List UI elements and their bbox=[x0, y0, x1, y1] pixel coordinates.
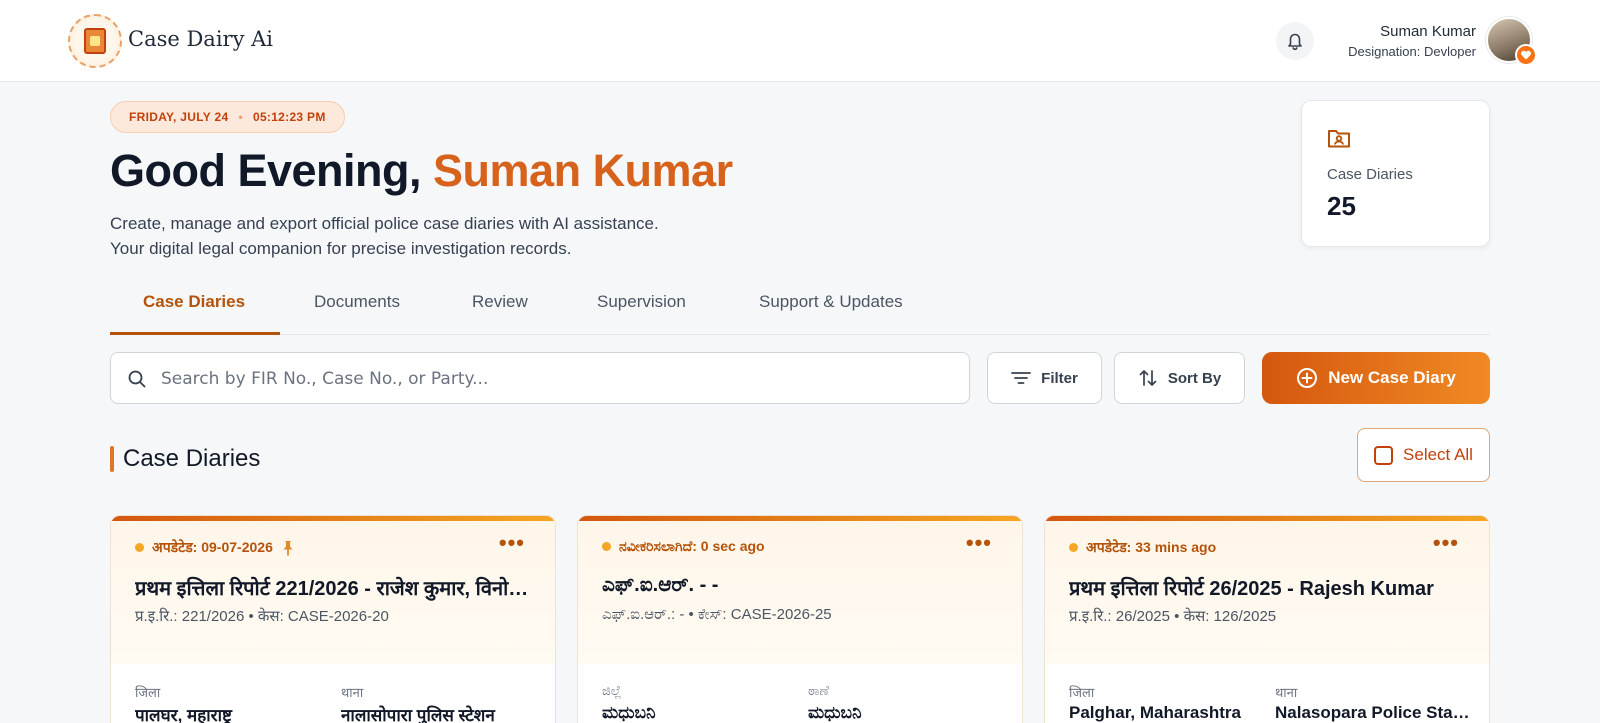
top-header: Case Dairy Ai Suman Kumar Designation: D… bbox=[0, 0, 1600, 82]
notification-button[interactable] bbox=[1276, 22, 1314, 60]
card-station-label: थाना bbox=[1275, 685, 1298, 700]
card-district-value: पालघर, महाराष्ट्र bbox=[135, 706, 232, 723]
current-date: FRIDAY, JULY 24 bbox=[129, 110, 229, 124]
bell-icon bbox=[1288, 33, 1302, 51]
plus-circle-icon bbox=[1297, 368, 1318, 388]
folder-user-icon bbox=[1328, 130, 1350, 148]
card-title: ಎಫ್.ಐ.ಆರ್. - - bbox=[602, 574, 719, 596]
card-more-icon[interactable]: ••• bbox=[966, 532, 992, 554]
card-updated-meta: अपडेटेड: 09-07-2026 bbox=[135, 538, 297, 557]
card-updated-meta: अपडेटेड: 33 mins ago bbox=[1069, 538, 1216, 557]
card-updated-text: अपडेटेड: 33 mins ago bbox=[1086, 539, 1217, 555]
card-subtitle: प्र.इ.रि.: 221/2026 • केस: CASE-2026-20 bbox=[135, 608, 389, 625]
search-input[interactable] bbox=[161, 365, 941, 393]
select-all-label: Select All bbox=[1403, 445, 1473, 464]
brand-name: Case Dairy Ai bbox=[128, 27, 274, 51]
separator-dot: • bbox=[238, 110, 243, 124]
active-tab-indicator bbox=[110, 332, 280, 335]
pin-icon[interactable] bbox=[279, 539, 297, 557]
section-accent-bar bbox=[110, 446, 114, 472]
tab-supervision[interactable]: Supervision bbox=[597, 292, 686, 312]
filter-button[interactable]: Filter bbox=[987, 352, 1102, 404]
case-diary-card[interactable]: ನವೀಕರಿಸಲಾಗಿದೆ: 0 sec ago ••• ಎಫ್.ಐ.ಆರ್. … bbox=[577, 515, 1023, 723]
card-station-value: ಮಧುಬನಿ bbox=[808, 703, 862, 722]
stat-value: 25 bbox=[1327, 191, 1356, 221]
hero-description-line-2: Your digital legal companion for precise… bbox=[110, 239, 572, 258]
card-title: प्रथम इत्तिला रिपोर्ट 221/2026 - राजेश क… bbox=[135, 578, 535, 600]
greeting-user-name: Suman Kumar bbox=[433, 145, 733, 196]
card-district-value: ಮಧುಬನಿ bbox=[602, 703, 656, 722]
greeting-text: Good Evening, bbox=[110, 145, 422, 196]
tab-case-diaries[interactable]: Case Diaries bbox=[143, 292, 245, 312]
status-dot bbox=[602, 542, 611, 551]
card-updated-text: ನವೀಕರಿಸಲಾಗಿದೆ: 0 sec ago bbox=[619, 538, 765, 554]
avatar-badge bbox=[1515, 44, 1537, 66]
tab-documents[interactable]: Documents bbox=[314, 292, 400, 312]
card-district-label: ಜಿಲ್ಲೆ bbox=[602, 683, 622, 698]
search-box bbox=[110, 352, 970, 404]
card-district-label: जिला bbox=[1069, 685, 1095, 700]
case-diary-card[interactable]: अपडेटेड: 33 mins ago ••• प्रथम इत्तिला र… bbox=[1044, 515, 1490, 723]
card-district-label: जिला bbox=[135, 685, 161, 700]
card-more-icon[interactable]: ••• bbox=[1433, 532, 1459, 554]
case-diary-card[interactable]: अपडेटेड: 09-07-2026 ••• प्रथम इत्तिला रि… bbox=[110, 515, 556, 723]
date-time-pill: FRIDAY, JULY 24 • 05:12:23 PM bbox=[110, 101, 345, 133]
case-dairy-logo[interactable] bbox=[68, 14, 122, 68]
sort-button[interactable]: Sort By bbox=[1114, 352, 1245, 404]
user-designation: Designation: Devloper bbox=[1348, 44, 1476, 59]
search-icon bbox=[128, 370, 146, 388]
card-station-label: थाना bbox=[341, 685, 364, 700]
status-dot bbox=[135, 543, 144, 552]
card-station-label: ಠಾಣೆ bbox=[808, 683, 829, 698]
card-subtitle: प्र.इ.रि.: 26/2025 • केस: 126/2025 bbox=[1069, 608, 1277, 625]
main-tabs: Case Diaries Documents Review Supervisio… bbox=[110, 283, 1490, 335]
new-case-diary-button[interactable]: New Case Diary bbox=[1262, 352, 1490, 404]
stat-label: Case Diaries bbox=[1327, 166, 1413, 183]
card-title: प्रथम इत्तिला रिपोर्ट 26/2025 - Rajesh K… bbox=[1069, 578, 1434, 600]
greeting-heading: Good Evening, Suman Kumar bbox=[110, 145, 733, 197]
sort-arrows-icon bbox=[1139, 370, 1157, 386]
filter-label: Filter bbox=[1041, 369, 1078, 387]
current-time: 05:12:23 PM bbox=[252, 110, 326, 124]
status-dot bbox=[1069, 543, 1078, 552]
case-diaries-stat-card: Case Diaries 25 bbox=[1301, 100, 1490, 247]
hero-description-line-1: Create, manage and export official polic… bbox=[110, 214, 659, 233]
section-title: Case Diaries bbox=[123, 445, 261, 472]
select-all-checkbox[interactable] bbox=[1374, 445, 1394, 465]
card-district-value: Palghar, Maharashtra bbox=[1069, 703, 1241, 722]
emblem-icon bbox=[84, 28, 106, 54]
card-more-icon[interactable]: ••• bbox=[499, 532, 525, 554]
tab-support-updates[interactable]: Support & Updates bbox=[759, 292, 903, 312]
card-subtitle: ಎಫ್.ಐ.ಆರ್.: - • ಕೇಸ್: CASE-2026-25 bbox=[602, 606, 832, 623]
card-updated-meta: ನವೀಕರಿಸಲಾಗಿದೆ: 0 sec ago bbox=[602, 538, 765, 555]
card-station-value: नालासोपारा पुलिस स्टेशन bbox=[341, 706, 495, 723]
card-station-value: Nalasopara Police Station bbox=[1275, 703, 1470, 722]
tab-review[interactable]: Review bbox=[472, 292, 528, 312]
select-all-button[interactable]: Select All bbox=[1357, 428, 1490, 482]
user-name: Suman Kumar bbox=[1380, 23, 1476, 40]
card-updated-text: अपडेटेड: 09-07-2026 bbox=[152, 539, 273, 555]
hero-description: Create, manage and export official polic… bbox=[110, 211, 659, 261]
sort-label: Sort By bbox=[1167, 369, 1222, 387]
heart-icon bbox=[1521, 50, 1531, 60]
filter-icon bbox=[1011, 372, 1032, 384]
new-case-diary-label: New Case Diary bbox=[1328, 368, 1456, 387]
